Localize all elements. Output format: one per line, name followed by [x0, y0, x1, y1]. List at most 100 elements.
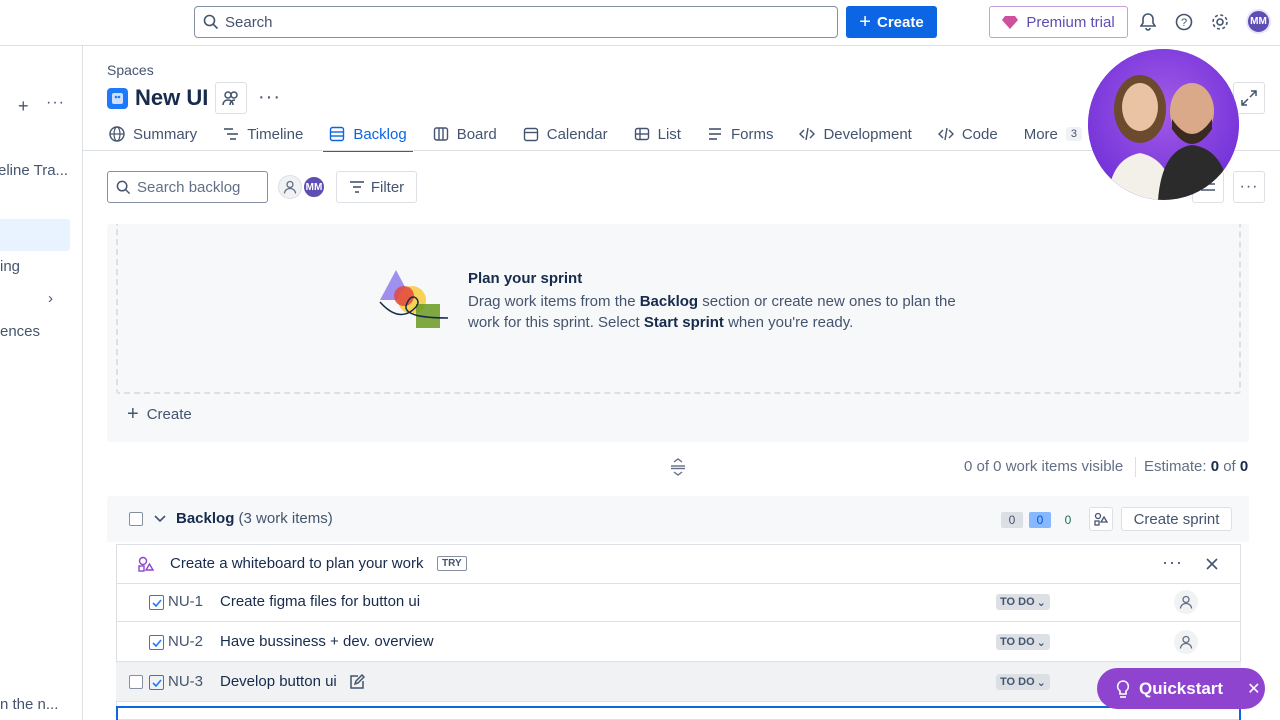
tab-forms[interactable]: Forms [705, 118, 776, 150]
webcam-overlay [1088, 49, 1239, 200]
whiteboard-promo-text[interactable]: Create a whiteboard to plan your work [170, 555, 423, 572]
more-actions-icon[interactable]: ··· [1233, 171, 1265, 203]
tab-calendar[interactable]: Calendar [521, 118, 610, 150]
item-summary[interactable]: Have bussiness + dev. overview [220, 633, 434, 650]
user-avatar-filter[interactable]: MM [302, 175, 326, 199]
visible-items-count: 0 of 0 work items visible [964, 458, 1124, 475]
sidebar: + ··· eline Tra... ing › ences n the n..… [0, 46, 83, 720]
estimate-value: 0 [1210, 458, 1220, 475]
quickstart-label: Quickstart [1139, 678, 1224, 698]
chevron-down-icon: ⌄ [1036, 676, 1046, 689]
project-more-icon[interactable]: ··· [258, 86, 281, 109]
sidebar-more-icon[interactable]: ··· [46, 94, 65, 112]
backlog-search-input[interactable]: Search backlog [107, 171, 268, 203]
status-dropdown[interactable]: TO DO ⌄ [996, 634, 1050, 650]
item-key[interactable]: NU-3 [168, 673, 203, 690]
filter-icon [349, 181, 364, 193]
project-icon [107, 88, 128, 109]
backlog-title: Backlog (3 work items) [176, 510, 333, 527]
lightbulb-icon [1116, 679, 1130, 698]
page-title: New UI [135, 85, 209, 110]
tab-more[interactable]: More 3 [1022, 118, 1084, 150]
code-icon [799, 127, 816, 141]
tab-timeline[interactable]: Timeline [221, 118, 305, 150]
plus-icon: + [127, 403, 139, 425]
promo-more-icon[interactable]: ··· [1162, 552, 1183, 573]
assignee-avatar[interactable] [1174, 630, 1198, 654]
assignee-avatar[interactable] [1174, 590, 1198, 614]
status-label: TO DO [1000, 676, 1035, 688]
tab-board[interactable]: Board [431, 118, 499, 150]
sidebar-item-4[interactable]: n the n... [0, 696, 58, 713]
sidebar-item-timeline[interactable]: eline Tra... [0, 162, 68, 179]
backlog-title-text: Backlog [176, 510, 235, 527]
chevron-right-icon[interactable]: › [48, 290, 53, 307]
create-button[interactable]: + Create [846, 6, 937, 38]
more-count-badge: 3 [1065, 127, 1083, 141]
plan-text-part: when you're ready. [723, 314, 854, 331]
tab-label: Summary [133, 125, 198, 143]
chevron-down-icon[interactable] [154, 514, 166, 524]
item-summary[interactable]: Create figma files for button ui [220, 593, 420, 610]
plan-text-bold: Start sprint [643, 314, 724, 331]
notifications-bell-icon[interactable] [1138, 12, 1158, 32]
filter-label: Filter [370, 178, 405, 196]
help-icon[interactable]: ? [1174, 12, 1194, 32]
tab-code[interactable]: Code [936, 118, 1000, 150]
status-label: TO DO [1000, 636, 1035, 648]
backlog-select-all-checkbox[interactable] [129, 512, 143, 526]
tab-development[interactable]: Development [797, 118, 913, 150]
tab-label: List [657, 125, 681, 143]
create-sprint-button[interactable]: Create sprint [1121, 507, 1232, 531]
backlog-search-placeholder: Search backlog [137, 178, 241, 196]
code-icon [937, 127, 954, 141]
calendar-icon [523, 127, 538, 142]
premium-trial-label: Premium trial [1026, 13, 1115, 31]
backlog-icon [330, 126, 345, 142]
unassigned-avatar-filter[interactable] [278, 175, 302, 199]
item-key[interactable]: NU-1 [168, 593, 203, 610]
row-select-checkbox[interactable] [129, 675, 143, 689]
status-dropdown[interactable]: TO DO ⌄ [996, 674, 1050, 690]
diamond-icon [1002, 16, 1019, 29]
board-icon [433, 127, 448, 141]
premium-trial-button[interactable]: Premium trial [989, 6, 1128, 38]
item-key[interactable]: NU-2 [168, 633, 203, 650]
breadcrumb[interactable]: Spaces [107, 62, 154, 78]
fullscreen-icon[interactable] [1233, 82, 1265, 114]
presenters-image [1088, 49, 1239, 200]
sidebar-item-selected[interactable] [0, 219, 70, 251]
task-type-icon [149, 675, 164, 690]
quickstart-button[interactable]: Quickstart ✕ [1097, 668, 1265, 709]
close-icon[interactable]: ✕ [1247, 679, 1260, 699]
new-item-input[interactable] [116, 706, 1241, 720]
edit-pencil-icon[interactable] [349, 674, 365, 690]
sidebar-add-icon[interactable]: + [18, 96, 29, 117]
tab-label: Calendar [546, 125, 608, 143]
user-avatar[interactable]: MM [1246, 9, 1271, 34]
settings-gear-icon[interactable] [1210, 12, 1230, 32]
tab-backlog[interactable]: Backlog [323, 118, 414, 152]
filter-button[interactable]: Filter [336, 171, 417, 203]
tab-summary[interactable]: Summary [107, 118, 199, 150]
estimate-summary: Estimate: 0 of 0 [1144, 458, 1248, 475]
chevron-down-icon: ⌄ [1036, 636, 1046, 649]
sidebar-item-2[interactable]: ing [0, 258, 20, 275]
backlog-options-icon[interactable] [1089, 507, 1113, 531]
task-type-icon [149, 635, 164, 650]
item-summary[interactable]: Develop button ui [220, 673, 337, 690]
sidebar-item-3[interactable]: ences [0, 323, 40, 340]
person-icon [1179, 595, 1193, 609]
sprint-create-button[interactable]: + Create [127, 404, 192, 424]
search-icon [116, 180, 131, 194]
resize-handle-icon[interactable] [670, 458, 686, 476]
plan-text-part: Drag work items from the [468, 293, 640, 310]
global-search-input[interactable]: Search [194, 6, 838, 38]
done-count-badge: 0 [1064, 513, 1072, 527]
estimate-label: Estimate: [1144, 458, 1211, 475]
svg-text:?: ? [1181, 17, 1187, 29]
close-icon[interactable] [1205, 557, 1219, 571]
status-dropdown[interactable]: TO DO ⌄ [996, 594, 1050, 610]
team-icon[interactable] [215, 82, 247, 114]
tab-list[interactable]: List [632, 118, 683, 150]
